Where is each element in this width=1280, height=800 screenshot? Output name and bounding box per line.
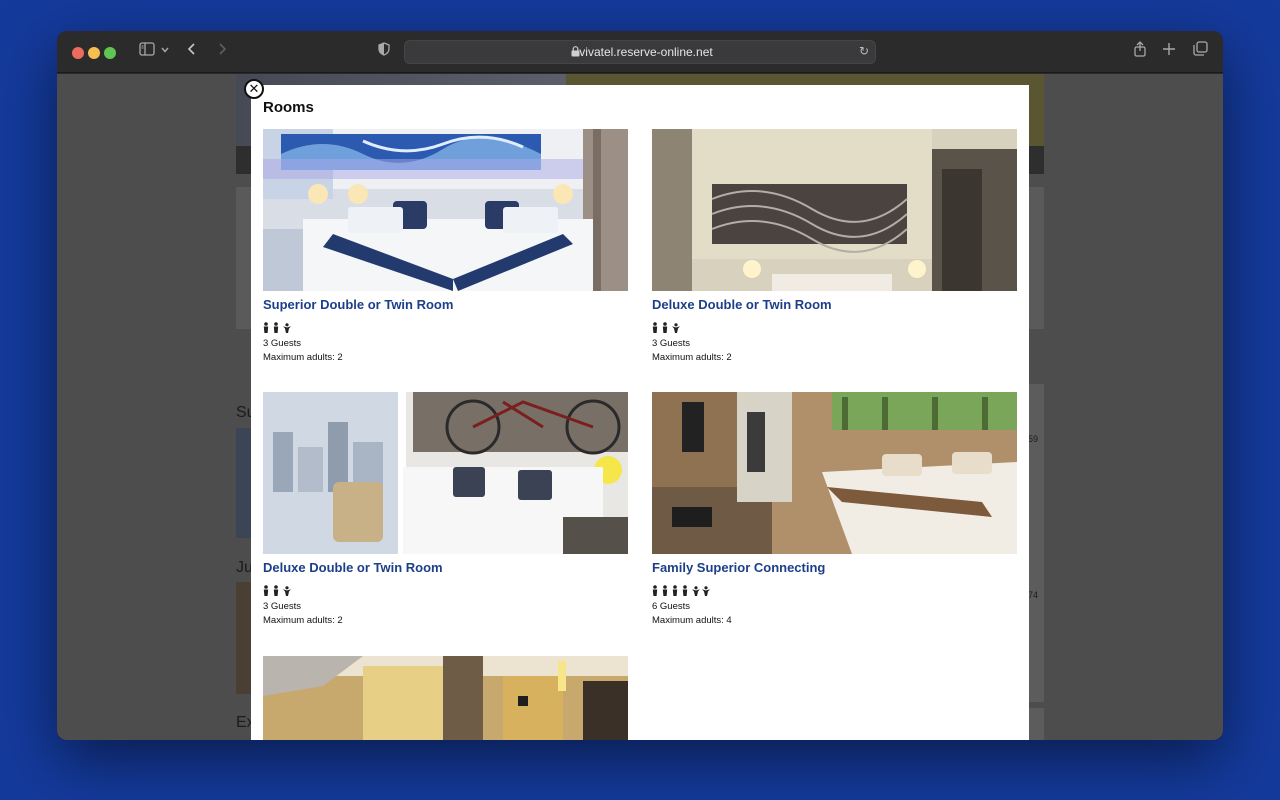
tabs-overview-icon[interactable] — [1189, 41, 1211, 63]
adult-icon — [682, 585, 688, 596]
child-icon — [283, 323, 291, 333]
adult-icon — [263, 322, 269, 333]
room-max-adults: Maximum adults: 4 — [652, 615, 732, 626]
room-name[interactable]: Deluxe Double or Twin Room — [263, 560, 628, 575]
adult-icon — [672, 585, 678, 596]
room-photo[interactable] — [263, 129, 628, 291]
room-guests: 3 Guests — [263, 601, 302, 612]
room-name[interactable]: Superior Double or Twin Room — [263, 297, 628, 312]
back-icon[interactable] — [181, 41, 203, 63]
adult-icon — [263, 585, 269, 596]
room-max-adults: Maximum adults: 2 — [263, 615, 343, 626]
child-icon — [692, 586, 700, 596]
room-photo[interactable] — [263, 392, 628, 554]
minimize-window-button[interactable] — [88, 47, 100, 59]
background-price: 59 — [1028, 434, 1039, 444]
address-bar[interactable]: vivatel.reserve-online.net ↻ — [404, 40, 876, 64]
room-card[interactable]: Family Superior Connecting 6 Guests Maxi… — [652, 392, 1017, 628]
room-guests: 3 Guests — [263, 338, 302, 349]
occupancy-icons — [263, 321, 628, 333]
adult-icon — [652, 322, 658, 333]
room-name[interactable]: Family Superior Connecting — [652, 560, 1017, 575]
rooms-modal: Rooms Superior Double or Twin Room 3 Gue… — [251, 85, 1029, 740]
zoom-window-button[interactable] — [104, 47, 116, 59]
room-guests: 6 Guests — [652, 601, 691, 612]
adult-icon — [652, 585, 658, 596]
room-photo[interactable] — [652, 392, 1017, 554]
adult-icon — [273, 322, 279, 333]
reload-icon[interactable]: ↻ — [859, 44, 869, 58]
room-photo[interactable] — [652, 129, 1017, 291]
room-card[interactable] — [263, 656, 628, 740]
room-max-adults: Maximum adults: 2 — [263, 352, 343, 363]
room-guests: 3 Guests — [652, 338, 691, 349]
background-card — [1029, 552, 1044, 702]
web-content: Su 59 Ju 74 Ex ✕ Rooms Superior Double o… — [57, 74, 1223, 740]
occupancy-icons — [652, 321, 1017, 333]
child-icon — [672, 323, 680, 333]
chevron-down-icon[interactable] — [154, 41, 176, 63]
room-card[interactable]: Deluxe Double or Twin Room 3 Guests Maxi… — [652, 129, 1017, 365]
modal-title: Rooms — [263, 99, 314, 116]
background-price: 74 — [1028, 590, 1039, 600]
browser-toolbar: vivatel.reserve-online.net ↻ — [57, 31, 1223, 73]
adult-icon — [273, 585, 279, 596]
child-icon — [702, 586, 710, 596]
share-icon[interactable] — [1129, 41, 1151, 63]
room-name[interactable]: Deluxe Double or Twin Room — [652, 297, 1017, 312]
room-card[interactable]: Deluxe Double or Twin Room 3 Guests Maxi… — [263, 392, 628, 628]
new-tab-icon[interactable] — [1158, 41, 1180, 63]
room-photo[interactable] — [263, 656, 628, 740]
background-card — [1029, 708, 1044, 740]
adult-icon — [662, 322, 668, 333]
adult-icon — [662, 585, 668, 596]
forward-icon[interactable] — [211, 41, 233, 63]
close-window-button[interactable] — [72, 47, 84, 59]
child-icon — [283, 586, 291, 596]
close-circle-icon[interactable]: ✕ — [244, 79, 264, 99]
occupancy-icons — [652, 584, 1017, 596]
shield-icon[interactable] — [373, 41, 395, 63]
url-text: vivatel.reserve-online.net — [579, 45, 713, 59]
room-card[interactable]: Superior Double or Twin Room 3 Guests Ma… — [263, 129, 628, 365]
room-max-adults: Maximum adults: 2 — [652, 352, 732, 363]
browser-window: vivatel.reserve-online.net ↻ Su 59 Ju 74… — [57, 31, 1223, 740]
occupancy-icons — [263, 584, 628, 596]
background-card — [1029, 384, 1044, 559]
